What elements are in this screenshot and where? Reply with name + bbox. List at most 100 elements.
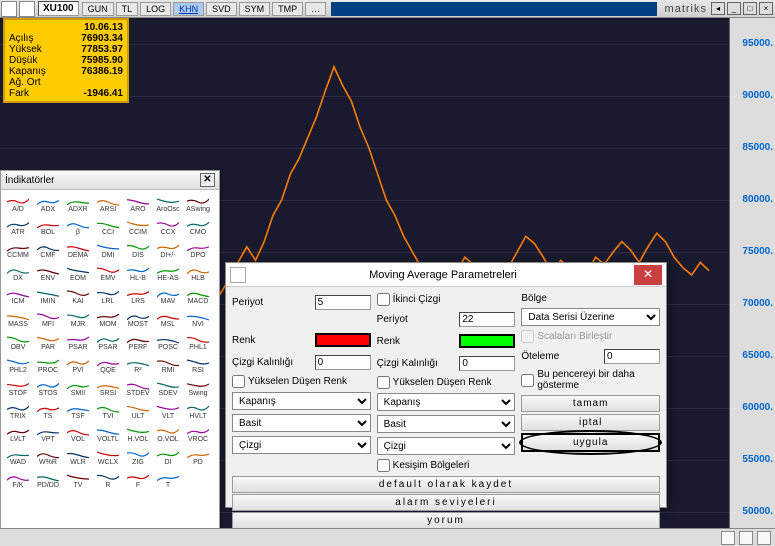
- indicator-item[interactable]: LRS: [123, 286, 153, 309]
- indicator-item[interactable]: SMII: [63, 378, 93, 401]
- indicator-item[interactable]: STOS: [33, 378, 63, 401]
- indicator-item[interactable]: PVI: [63, 355, 93, 378]
- indicator-item[interactable]: DPO: [183, 240, 213, 263]
- indicator-item[interactable]: DI+/-: [153, 240, 183, 263]
- indicator-item[interactable]: R²: [123, 355, 153, 378]
- method-select-2[interactable]: Basit: [377, 415, 516, 433]
- refresh-icon[interactable]: [739, 531, 753, 545]
- indicator-item[interactable]: W%R: [33, 447, 63, 470]
- chart-type-icon[interactable]: [19, 1, 35, 17]
- tab-khn[interactable]: KHN: [173, 2, 204, 16]
- moving-average-dialog[interactable]: Moving Average Parametreleri ✕ Periyot R…: [225, 262, 667, 508]
- indicator-item[interactable]: Swing: [183, 378, 213, 401]
- indicator-item[interactable]: DX: [3, 263, 33, 286]
- indicator-item[interactable]: CCX: [153, 217, 183, 240]
- indicator-item[interactable]: ADX: [33, 194, 63, 217]
- style-select-2[interactable]: Çizgi: [377, 437, 516, 455]
- method-select-1[interactable]: Basit: [232, 414, 371, 432]
- symbol-input[interactable]: XU100: [38, 1, 79, 16]
- indicator-item[interactable]: F/K: [3, 470, 33, 493]
- indicator-item[interactable]: A/D: [3, 194, 33, 217]
- indicator-item[interactable]: CCIM: [123, 217, 153, 240]
- intersection-checkbox[interactable]: [377, 459, 390, 472]
- indicator-item[interactable]: WAD: [3, 447, 33, 470]
- thickness-input-2[interactable]: [459, 356, 515, 371]
- indicator-item[interactable]: VOLTL: [93, 424, 123, 447]
- color-swatch-1[interactable]: [315, 333, 371, 347]
- indicator-item[interactable]: WCLX: [93, 447, 123, 470]
- cancel-button[interactable]: iptal: [521, 414, 660, 431]
- dont-show-checkbox[interactable]: [521, 374, 534, 387]
- indicator-item[interactable]: SRSI: [93, 378, 123, 401]
- region-select[interactable]: Data Serisi Üzerine: [521, 308, 660, 326]
- indicator-item[interactable]: MOST: [123, 309, 153, 332]
- indicator-item[interactable]: β: [63, 217, 93, 240]
- indicator-item[interactable]: RSI: [183, 355, 213, 378]
- indicator-item[interactable]: HVLT: [183, 401, 213, 424]
- indicator-item[interactable]: PERF: [123, 332, 153, 355]
- source-select-1[interactable]: Kapanış: [232, 392, 371, 410]
- indicator-item[interactable]: LRL: [93, 286, 123, 309]
- period-input-1[interactable]: [315, 295, 371, 310]
- indicator-item[interactable]: SDEV: [153, 378, 183, 401]
- indicator-item[interactable]: R: [93, 470, 123, 493]
- indicator-item[interactable]: MOM: [93, 309, 123, 332]
- rising-falling-checkbox-2[interactable]: [377, 376, 390, 389]
- indicator-item[interactable]: F: [123, 470, 153, 493]
- indicator-item[interactable]: CMF: [33, 240, 63, 263]
- app-icon[interactable]: [1, 1, 17, 17]
- scroll-left-icon[interactable]: [721, 531, 735, 545]
- tab-tmp[interactable]: TMP: [272, 2, 303, 16]
- indicator-item[interactable]: KAI: [63, 286, 93, 309]
- indicator-item[interactable]: MAV: [153, 286, 183, 309]
- apply-button[interactable]: uygula: [521, 433, 660, 452]
- indicator-item[interactable]: TVI: [93, 401, 123, 424]
- indicator-item[interactable]: PSAR: [93, 332, 123, 355]
- tab-tl[interactable]: TL: [116, 2, 139, 16]
- merge-scales-checkbox[interactable]: [521, 330, 534, 343]
- indicator-item[interactable]: VPT: [33, 424, 63, 447]
- tab-svd[interactable]: SVD: [206, 2, 237, 16]
- indicator-item[interactable]: POSC: [153, 332, 183, 355]
- indicator-item[interactable]: DIS: [123, 240, 153, 263]
- indicator-item[interactable]: ZIG: [123, 447, 153, 470]
- indicator-item[interactable]: OBV: [3, 332, 33, 355]
- tab-log[interactable]: LOG: [140, 2, 171, 16]
- indicator-item[interactable]: MSL: [153, 309, 183, 332]
- comment-button[interactable]: yorum: [232, 512, 660, 529]
- indicator-item[interactable]: CCI: [93, 217, 123, 240]
- indicator-item[interactable]: ADXR: [63, 194, 93, 217]
- indicator-item[interactable]: ULT: [123, 401, 153, 424]
- indicator-item[interactable]: CMO: [183, 217, 213, 240]
- indicator-item[interactable]: PSAR: [63, 332, 93, 355]
- indicator-item[interactable]: EOM: [63, 263, 93, 286]
- indicator-item[interactable]: CCMM: [3, 240, 33, 263]
- indicator-item[interactable]: STOF: [3, 378, 33, 401]
- period-input-2[interactable]: [459, 312, 515, 327]
- indicator-item[interactable]: LVLT: [3, 424, 33, 447]
- indicator-item[interactable]: PHL1: [183, 332, 213, 355]
- indicator-item[interactable]: TSF: [63, 401, 93, 424]
- indicator-item[interactable]: PROC: [33, 355, 63, 378]
- second-line-checkbox[interactable]: [377, 293, 390, 306]
- window-min-icon[interactable]: _: [727, 2, 741, 15]
- indicator-item[interactable]: MACD: [183, 286, 213, 309]
- indicator-item[interactable]: DI: [153, 447, 183, 470]
- indicator-item[interactable]: ARO: [123, 194, 153, 217]
- save-default-button[interactable]: default olarak kaydet: [232, 476, 660, 493]
- source-select-2[interactable]: Kapanış: [377, 393, 516, 411]
- indicator-item[interactable]: TV: [63, 470, 93, 493]
- indicator-item[interactable]: MJR: [63, 309, 93, 332]
- indicator-item[interactable]: PHL2: [3, 355, 33, 378]
- tab-more[interactable]: …: [305, 2, 326, 16]
- indicator-item[interactable]: PD/DD: [33, 470, 63, 493]
- indicator-item[interactable]: BOL: [33, 217, 63, 240]
- indicator-item[interactable]: QQE: [93, 355, 123, 378]
- indicator-item[interactable]: STDEV: [123, 378, 153, 401]
- tab-gun[interactable]: GUN: [82, 2, 114, 16]
- indicator-item[interactable]: TS: [33, 401, 63, 424]
- indicator-item[interactable]: NVI: [183, 309, 213, 332]
- indicator-item[interactable]: RMI: [153, 355, 183, 378]
- style-select-1[interactable]: Çizgi: [232, 436, 371, 454]
- indicator-item[interactable]: HLB: [183, 263, 213, 286]
